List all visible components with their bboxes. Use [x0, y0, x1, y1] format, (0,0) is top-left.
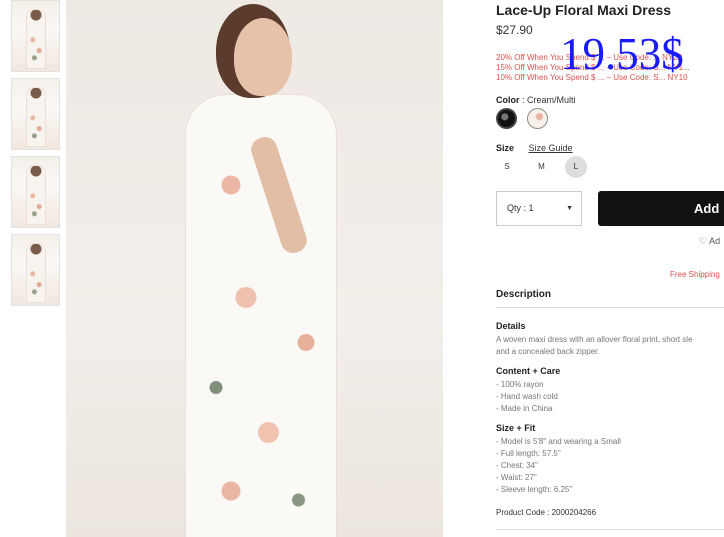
size-fit-heading: Size + Fit	[496, 423, 536, 433]
quantity-select[interactable]: Qty : 1 ▼	[496, 191, 582, 226]
chevron-down-icon: ▼	[566, 205, 573, 212]
list-item: - Waist: 27"	[496, 473, 537, 482]
list-item: - Chest: 34"	[496, 461, 538, 470]
details-text: A woven maxi dress with an allover flora…	[496, 334, 693, 358]
overlay-price: 19.53$	[560, 29, 684, 79]
size-fit-list: - Model is 5'8" and wearing a Small - Fu…	[496, 436, 621, 496]
size-label: Size	[496, 143, 515, 153]
wishlist-link[interactable]: ♡ Ad	[699, 236, 720, 247]
list-item: - Sleeve length: 6.25"	[496, 485, 573, 494]
list-item: - Model is 5'8" and wearing a Small	[496, 437, 621, 446]
color-value: : Cream/Multi	[522, 95, 576, 105]
list-item: - Full length: 57.5"	[496, 449, 561, 458]
divider	[496, 529, 724, 530]
color-label: Color	[496, 95, 520, 105]
content-care-heading: Content + Care	[496, 366, 561, 376]
thumbnail-2[interactable]	[11, 78, 60, 150]
main-product-image[interactable]	[66, 0, 443, 537]
size-option-l[interactable]: L	[564, 156, 587, 178]
model-head	[234, 18, 292, 96]
product-title: Lace-Up Floral Maxi Dress	[496, 2, 672, 18]
swatch-cream-multi[interactable]	[527, 108, 549, 129]
color-row: Color : Cream/Multi	[496, 95, 576, 105]
thumbnail-list	[11, 0, 61, 312]
size-guide-link[interactable]: Size Guide	[529, 143, 573, 153]
color-swatches	[496, 108, 554, 134]
quantity-label: Qty : 1	[507, 203, 534, 213]
heart-icon: ♡	[699, 236, 708, 246]
size-row: Size Size Guide	[496, 143, 573, 153]
thumbnail-4[interactable]	[11, 234, 60, 306]
details-line: and a concealed back zipper.	[496, 347, 600, 356]
details-heading: Details	[496, 321, 526, 331]
swatch-black-floral[interactable]	[496, 108, 517, 129]
list-item: - 100% rayon	[496, 380, 544, 389]
product-price: $27.90	[496, 23, 533, 37]
description-heading: Description	[496, 289, 552, 300]
wishlist-label: Ad	[709, 236, 721, 246]
product-code: Product Code : 2000204266	[496, 508, 597, 517]
add-to-bag-button[interactable]: Add	[598, 191, 724, 226]
list-item: - Hand wash cold	[496, 392, 558, 401]
list-item: - Made in China	[496, 404, 553, 413]
size-option-s[interactable]: S	[496, 156, 518, 178]
thumbnail-1[interactable]	[11, 0, 60, 72]
details-line: A woven maxi dress with an allover flora…	[496, 335, 693, 344]
thumbnail-3[interactable]	[11, 156, 60, 228]
content-care-list: - 100% rayon - Hand wash cold - Made in …	[496, 379, 558, 415]
divider	[496, 307, 724, 308]
size-options: S M L	[496, 156, 595, 178]
free-shipping-link[interactable]: Free Shipping	[670, 270, 720, 279]
size-option-m[interactable]: M	[530, 156, 552, 178]
